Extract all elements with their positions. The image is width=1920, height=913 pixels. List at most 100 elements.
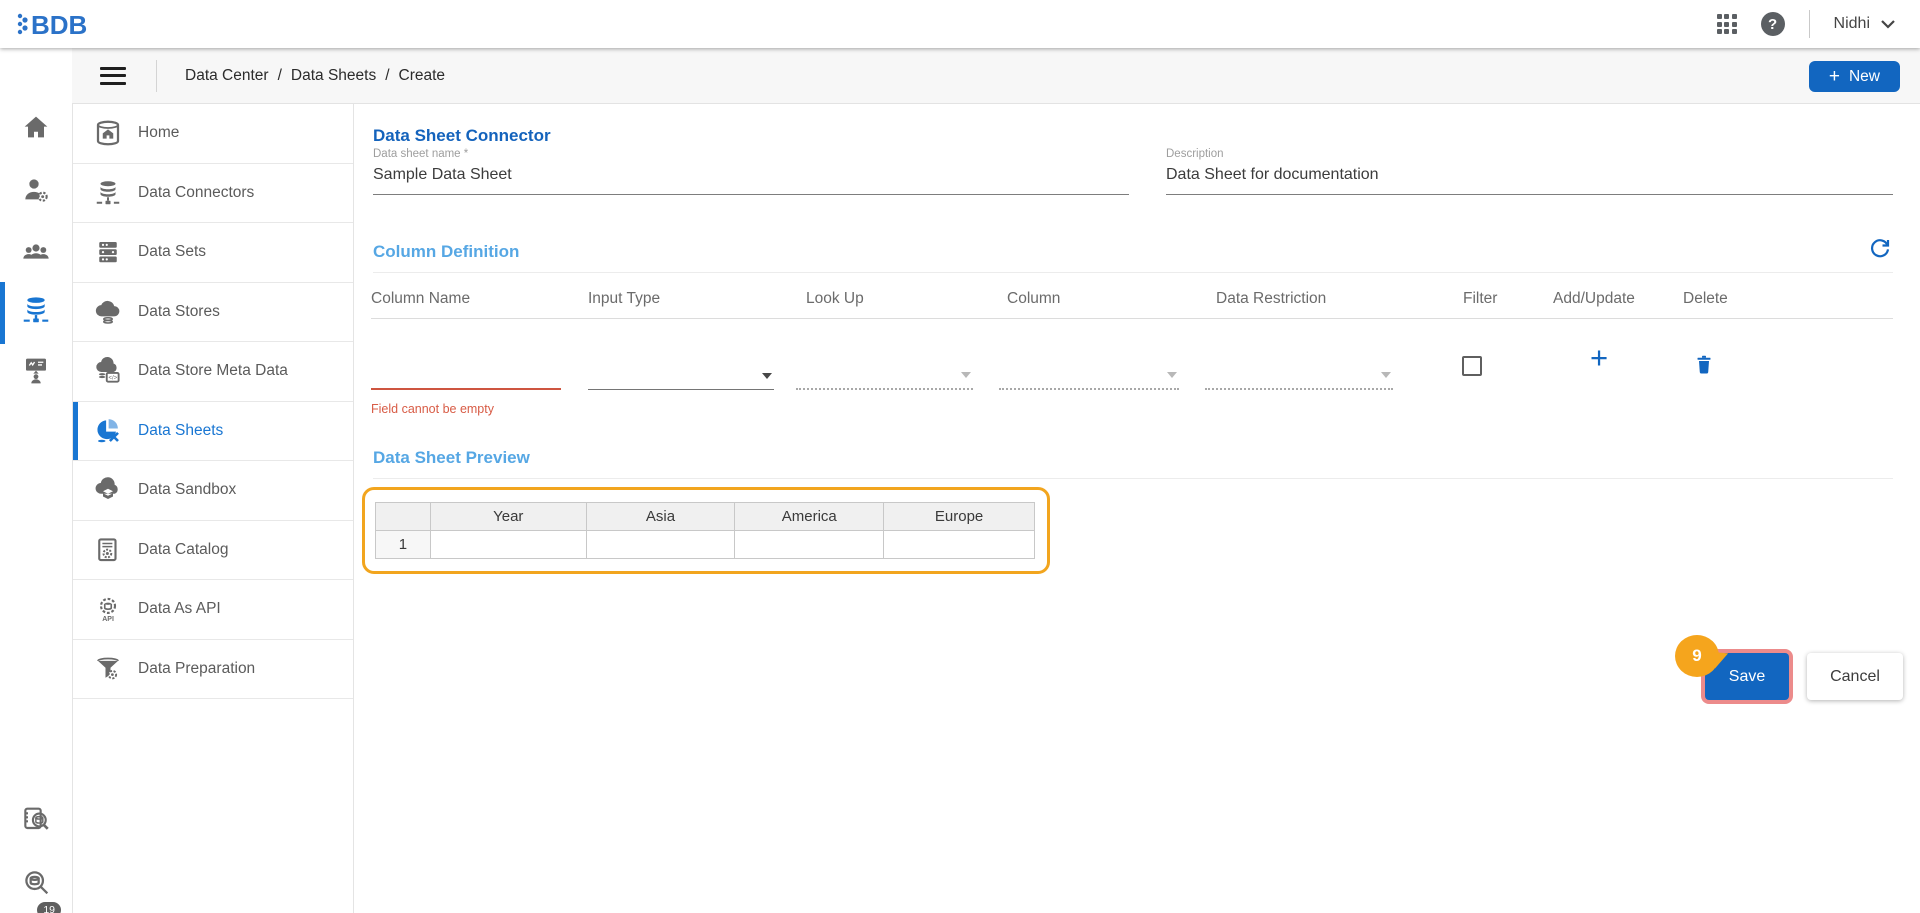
server-stack-icon xyxy=(93,237,123,267)
preview-col-america: America xyxy=(735,503,884,531)
help-icon[interactable]: ? xyxy=(1761,12,1785,36)
sidebar-item-data-as-api[interactable]: API Data As API xyxy=(73,580,353,640)
preview-table: Year Asia America Europe 1 xyxy=(375,502,1035,559)
user-settings-icon[interactable] xyxy=(20,174,52,206)
search-data-icon[interactable] xyxy=(20,866,52,898)
header-delete: Delete xyxy=(1683,290,1728,308)
look-up-select[interactable] xyxy=(796,352,973,390)
breadcrumb-data-center[interactable]: Data Center xyxy=(185,67,269,85)
sidebar-item-label: Data Connectors xyxy=(138,184,254,202)
data-sheet-name-field[interactable]: Data sheet name * Sample Data Sheet xyxy=(373,148,1129,195)
user-menu[interactable]: Nidhi xyxy=(1834,15,1896,33)
sidebar-item-data-connectors[interactable]: Data Connectors xyxy=(73,164,353,224)
gear-api-icon: API xyxy=(93,594,123,624)
preview-cell[interactable] xyxy=(735,531,884,559)
new-button-label: New xyxy=(1849,68,1880,86)
column-name-input[interactable] xyxy=(371,352,561,390)
bdb-logo: BDB xyxy=(14,7,100,41)
svg-text:API: API xyxy=(102,616,114,623)
preview-cell[interactable] xyxy=(586,531,735,559)
chevron-down-icon xyxy=(1167,372,1177,378)
cloud-database-icon xyxy=(93,297,123,327)
data-center-icon[interactable] xyxy=(20,294,52,326)
description-value[interactable]: Data Sheet for documentation xyxy=(1166,166,1893,185)
sidebar-item-data-sandbox[interactable]: Data Sandbox xyxy=(73,461,353,521)
header-add-update: Add/Update xyxy=(1553,290,1635,308)
section-divider xyxy=(373,272,1893,273)
sidebar-item-data-catalog[interactable]: Data Catalog xyxy=(73,521,353,581)
section-divider xyxy=(373,478,1893,479)
survey-icon[interactable] xyxy=(20,354,52,386)
top-bar: BDB ? Nidhi xyxy=(0,0,1920,48)
sidebar-item-label: Data As API xyxy=(138,600,221,618)
icon-rail: 19 xyxy=(0,48,72,913)
column-definition-row: Field cannot be empty + xyxy=(354,318,1920,430)
cloud-sandbox-icon xyxy=(93,475,123,505)
sidebar-item-data-store-meta-data[interactable]: </> Data Store Meta Data xyxy=(73,342,353,402)
preview-header-row: Year Asia America Europe xyxy=(376,503,1035,531)
refresh-icon[interactable] xyxy=(1868,236,1892,260)
sidebar-item-data-sheets[interactable]: Data Sheets xyxy=(73,402,353,462)
data-sheet-name-label: Data sheet name * xyxy=(373,148,1129,160)
preview-cell[interactable] xyxy=(884,531,1035,559)
sidebar-item-label: Data Sheets xyxy=(138,422,223,440)
document-gear-icon xyxy=(93,535,123,565)
sidebar-item-label: Data Catalog xyxy=(138,541,228,559)
preview-col-europe: Europe xyxy=(884,503,1035,531)
chevron-down-icon xyxy=(1880,19,1896,29)
data-sheet-preview-title: Data Sheet Preview xyxy=(373,448,530,468)
data-sheet-name-value[interactable]: Sample Data Sheet xyxy=(373,166,1129,185)
sidebar-item-data-stores[interactable]: Data Stores xyxy=(73,283,353,343)
breadcrumb: Data Center / Data Sheets / Create xyxy=(185,67,445,85)
sidebar-item-label: Data Sandbox xyxy=(138,481,236,499)
breadcrumb-divider xyxy=(156,60,157,92)
column-definition-title: Column Definition xyxy=(373,242,519,262)
header-data-restriction: Data Restriction xyxy=(1216,290,1326,308)
active-rail-indicator xyxy=(0,282,5,344)
pie-shuffle-icon xyxy=(93,416,123,446)
cancel-button[interactable]: Cancel xyxy=(1807,653,1903,700)
description-label: Description xyxy=(1166,148,1893,160)
data-catalog-search-icon[interactable] xyxy=(20,804,52,836)
sidebar-item-label: Home xyxy=(138,124,179,142)
chevron-down-icon xyxy=(961,372,971,378)
breadcrumb-separator: / xyxy=(385,67,389,85)
funnel-gear-icon xyxy=(93,654,123,684)
chevron-down-icon xyxy=(1381,372,1391,378)
breadcrumb-data-sheets[interactable]: Data Sheets xyxy=(291,67,376,85)
database-home-icon xyxy=(93,118,123,148)
sidebar-item-label: Data Store Meta Data xyxy=(138,362,288,380)
column-select[interactable] xyxy=(999,352,1179,390)
delete-trash-icon[interactable] xyxy=(1692,352,1716,376)
sidebar-menu: Home Data Connectors xyxy=(72,104,354,913)
filter-checkbox[interactable] xyxy=(1462,356,1482,376)
header-column-name: Column Name xyxy=(371,290,470,308)
chevron-down-icon xyxy=(762,373,772,379)
data-restriction-select[interactable] xyxy=(1205,352,1393,390)
preview-row-number: 1 xyxy=(376,531,431,559)
hamburger-menu-icon[interactable] xyxy=(100,62,126,89)
breadcrumb-separator: / xyxy=(278,67,282,85)
description-field[interactable]: Description Data Sheet for documentation xyxy=(1166,148,1893,195)
main-content: Data Sheet Connector Data sheet name * S… xyxy=(354,104,1920,913)
notification-badge: 19 xyxy=(37,902,61,913)
sidebar-item-data-preparation[interactable]: Data Preparation xyxy=(73,640,353,700)
sidebar-item-label: Data Stores xyxy=(138,303,220,321)
preview-corner-cell xyxy=(376,503,431,531)
sidebar-item-home[interactable]: Home xyxy=(73,104,353,164)
home-icon[interactable] xyxy=(20,112,52,144)
database-connector-icon xyxy=(93,178,123,208)
app-screen: BDB ? Nidhi Data Center / Data Sheets / xyxy=(0,0,1920,913)
users-icon[interactable] xyxy=(20,236,52,268)
header-column: Column xyxy=(1007,290,1060,308)
input-type-select[interactable] xyxy=(588,352,774,390)
apps-grid-icon[interactable] xyxy=(1717,14,1737,34)
preview-cell[interactable] xyxy=(430,531,586,559)
annotation-step-badge: 9 xyxy=(1675,635,1719,677)
breadcrumb-create: Create xyxy=(399,67,446,85)
new-button[interactable]: + New xyxy=(1809,61,1900,92)
plus-icon: + xyxy=(1829,67,1840,86)
sidebar-item-data-sets[interactable]: Data Sets xyxy=(73,223,353,283)
header-look-up: Look Up xyxy=(806,290,864,308)
add-update-icon[interactable]: + xyxy=(1584,342,1614,373)
